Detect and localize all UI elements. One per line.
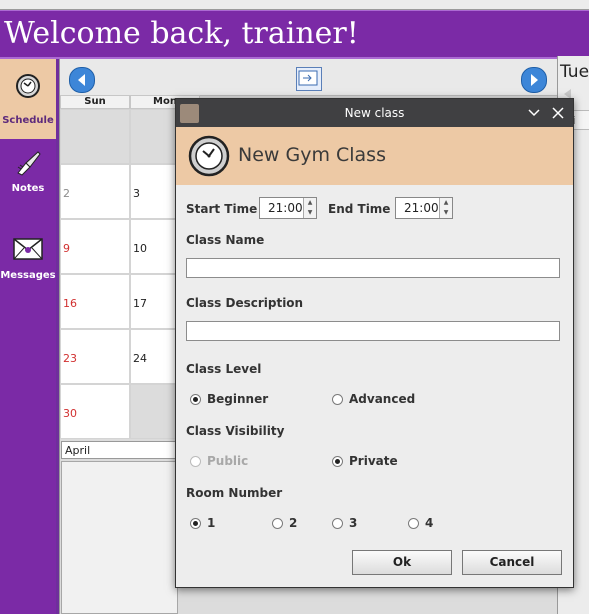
class-name-input[interactable] xyxy=(186,258,560,278)
sidebar-item-schedule[interactable]: Schedule xyxy=(0,59,56,139)
notes-icon xyxy=(17,151,41,176)
radio-label: Public xyxy=(207,454,249,468)
radio-indicator[interactable] xyxy=(190,517,201,529)
level-beginner-radio[interactable]: Beginner xyxy=(190,392,268,406)
spinner-arrows[interactable]: ▲ ▼ xyxy=(303,198,316,218)
ok-button[interactable]: Ok xyxy=(352,550,452,575)
today-button[interactable] xyxy=(296,67,322,91)
radio-label: 3 xyxy=(349,516,358,530)
calendar-toolbar xyxy=(60,59,557,96)
radio-label: Advanced xyxy=(349,392,416,406)
day-cell[interactable] xyxy=(60,109,130,164)
day-number: 2 xyxy=(63,187,70,200)
radio-indicator[interactable] xyxy=(190,393,201,405)
day-number: 17 xyxy=(133,297,147,310)
start-time-label: Start Time xyxy=(186,202,258,216)
dialog-heading: New Gym Class xyxy=(238,144,386,166)
room-2-radio[interactable]: 2 xyxy=(272,516,297,530)
class-visibility-label: Class Visibility xyxy=(186,424,285,438)
close-icon xyxy=(552,107,564,119)
end-time-value: 21:00 xyxy=(404,201,439,215)
radio-indicator[interactable] xyxy=(272,517,283,529)
new-class-dialog: New class New Gym Class Start Time 21:00… xyxy=(175,98,574,588)
day-number: 30 xyxy=(63,407,77,420)
day-view-title: Tue xyxy=(560,62,589,82)
sidebar-item-label: Schedule xyxy=(2,115,54,126)
room-1-radio[interactable]: 1 xyxy=(190,516,215,530)
end-time-spinner[interactable]: 21:00 ▲ ▼ xyxy=(395,197,453,219)
dialog-titlebar: New class xyxy=(176,99,573,127)
day-number: 9 xyxy=(63,242,70,255)
sidebar-item-label: Notes xyxy=(11,183,45,194)
radio-indicator[interactable] xyxy=(332,517,343,529)
sidebar-item-messages[interactable]: Messages xyxy=(0,234,56,294)
radio-indicator[interactable] xyxy=(190,455,201,467)
spinner-down-icon[interactable]: ▼ xyxy=(440,208,452,218)
class-description-input[interactable] xyxy=(186,321,560,341)
close-button[interactable] xyxy=(549,104,567,122)
spinner-up-icon[interactable]: ▲ xyxy=(304,198,316,208)
radio-indicator[interactable] xyxy=(332,393,343,405)
cancel-button[interactable]: Cancel xyxy=(462,550,562,575)
prev-month-button[interactable] xyxy=(69,67,95,93)
chevron-down-icon xyxy=(528,109,540,117)
minimize-button[interactable] xyxy=(525,104,543,122)
day-cell[interactable]: 9 xyxy=(60,219,130,274)
welcome-title: Welcome back, trainer! xyxy=(4,16,359,51)
class-name-label: Class Name xyxy=(186,233,265,247)
class-description-label: Class Description xyxy=(186,296,304,310)
calendar-jump-icon xyxy=(298,70,318,86)
radio-label: Private xyxy=(349,454,398,468)
start-time-spinner[interactable]: 21:00 ▲ ▼ xyxy=(259,197,317,219)
class-level-label: Class Level xyxy=(186,362,262,376)
spinner-arrows[interactable]: ▲ ▼ xyxy=(439,198,452,218)
radio-label: Beginner xyxy=(207,392,269,406)
end-time-label: End Time xyxy=(328,202,391,216)
room-3-radio[interactable]: 3 xyxy=(332,516,357,530)
sidebar-item-notes[interactable]: Notes xyxy=(0,147,56,207)
spinner-down-icon[interactable]: ▼ xyxy=(304,208,316,218)
next-month-button[interactable] xyxy=(521,67,547,93)
window-top-strip xyxy=(0,0,589,10)
day-number: 16 xyxy=(63,297,77,310)
day-cell[interactable]: 30 xyxy=(60,384,130,439)
radio-indicator[interactable] xyxy=(408,517,419,529)
envelope-icon xyxy=(13,238,43,260)
level-advanced-radio[interactable]: Advanced xyxy=(332,392,415,406)
day-number: 3 xyxy=(133,187,140,200)
day-number: 24 xyxy=(133,352,147,365)
radio-label: 2 xyxy=(289,516,298,530)
clock-icon xyxy=(188,135,230,177)
room-number-label: Room Number xyxy=(186,486,283,500)
day-number: 10 xyxy=(133,242,147,255)
month-selector[interactable]: April xyxy=(61,441,177,459)
dialog-title: New class xyxy=(344,106,405,120)
sidebar-item-label: Messages xyxy=(0,270,56,281)
welcome-banner: Welcome back, trainer! xyxy=(0,10,589,59)
visibility-private-radio[interactable]: Private xyxy=(332,454,398,468)
radio-indicator[interactable] xyxy=(332,455,343,467)
weekday-header-sun: Sun xyxy=(60,95,130,109)
start-time-value: 21:00 xyxy=(268,201,303,215)
visibility-public-radio[interactable]: Public xyxy=(190,454,248,468)
radio-label: 4 xyxy=(425,516,434,530)
day-cell[interactable]: 23 xyxy=(60,329,130,384)
day-number: 23 xyxy=(63,352,77,365)
day-cell[interactable]: 16 xyxy=(60,274,130,329)
day-detail-pane xyxy=(61,461,178,614)
sidebar: Schedule Notes Messages xyxy=(0,59,56,614)
day-cell[interactable]: 2 xyxy=(60,164,130,219)
radio-label: 1 xyxy=(207,516,216,530)
spinner-up-icon[interactable]: ▲ xyxy=(440,198,452,208)
arrow-left-icon xyxy=(78,74,85,86)
arrow-right-icon xyxy=(531,74,538,86)
dialog-header: New Gym Class xyxy=(176,127,573,185)
clock-icon xyxy=(16,74,40,98)
room-4-radio[interactable]: 4 xyxy=(408,516,433,530)
